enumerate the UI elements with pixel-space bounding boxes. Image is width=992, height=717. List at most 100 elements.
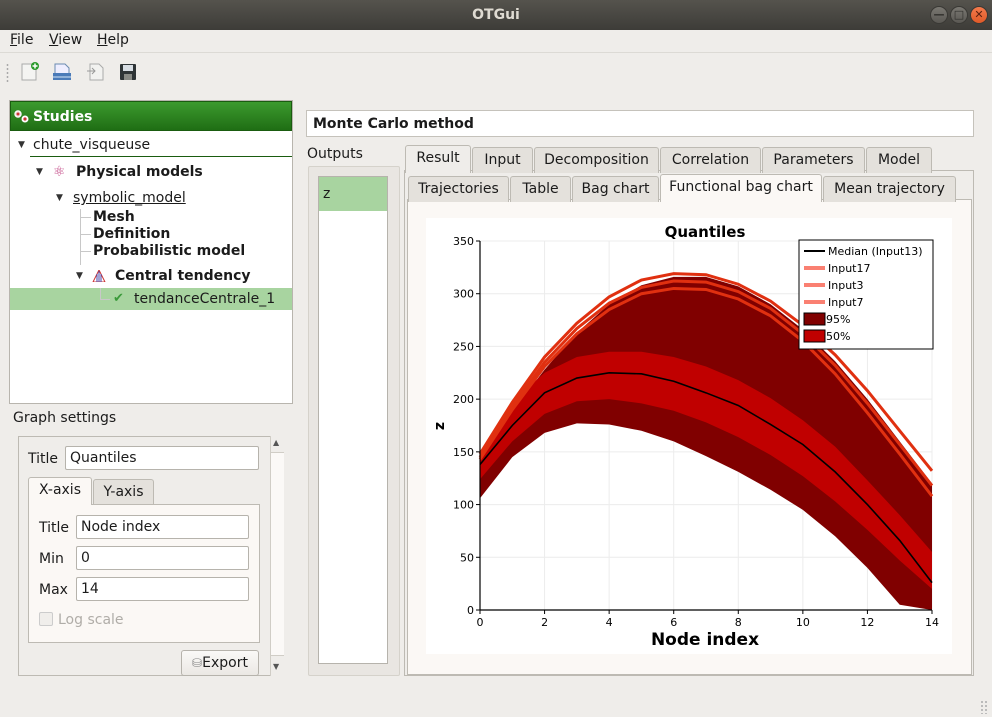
scroll-down-icon[interactable]: ▼ xyxy=(273,662,279,671)
subtab-mean-trajectory[interactable]: Mean trajectory xyxy=(823,176,956,202)
y-axis-label: z xyxy=(432,422,448,430)
x-tick-label: 8 xyxy=(735,616,742,629)
subtab-mean-trajectory-label: Mean trajectory xyxy=(834,181,945,197)
legend-label: 95% xyxy=(826,313,850,326)
tree-item-probabilistic-model[interactable]: Probabilistic model xyxy=(10,242,292,260)
import-script-icon[interactable] xyxy=(86,62,106,82)
expand-arrow-icon[interactable]: ▼ xyxy=(36,161,43,183)
menu-view-mnemonic: V xyxy=(49,32,59,48)
tree-branch-line xyxy=(81,251,91,252)
tab-result-label: Result xyxy=(416,150,460,166)
subtab-functional-bag-chart[interactable]: Functional bag chart xyxy=(660,174,822,202)
x-tick-label: 12 xyxy=(860,616,874,629)
tab-x-axis[interactable]: X-axis xyxy=(28,477,92,505)
legend-label: Input17 xyxy=(828,262,870,275)
expand-arrow-icon[interactable]: ▼ xyxy=(18,134,25,156)
legend-swatch xyxy=(803,312,826,326)
y-tick-label: 50 xyxy=(460,551,474,564)
functional-bag-chart[interactable]: 0 50 100 150 200 250 300 350 0 2 4 6 8 10 12 14 Quantil… xyxy=(426,218,952,654)
outputs-label: Outputs xyxy=(307,146,363,162)
chart-legend: Median (Input13) Input17 Input3 Input7 95% 50… xyxy=(798,239,934,350)
graph-title-label: Title xyxy=(28,451,59,467)
central-tendency-label: Central tendency xyxy=(115,268,251,284)
graph-title-input[interactable]: Quantiles xyxy=(65,446,259,470)
tab-correlation[interactable]: Correlation xyxy=(660,147,761,173)
tree-item-study[interactable]: ▼ chute_visqueuse xyxy=(10,134,292,156)
tab-parameters[interactable]: Parameters xyxy=(762,147,865,173)
tab-model[interactable]: Model xyxy=(866,147,932,173)
log-scale-label: Log scale xyxy=(58,612,124,628)
tree-item-mesh[interactable]: Mesh xyxy=(10,208,292,226)
menubar: File View Help xyxy=(0,30,992,52)
output-item-z[interactable]: z xyxy=(319,177,387,211)
scroll-up-icon[interactable]: ▲ xyxy=(273,438,279,447)
settings-scrollbar[interactable]: ▲ ▼ xyxy=(270,436,284,676)
subtab-bag-chart-label: Bag chart xyxy=(581,181,650,197)
studies-title: Studies xyxy=(33,109,93,125)
tree-item-central-tendency[interactable]: ▼ Central tendency xyxy=(10,265,292,287)
export-icon: ⛁ xyxy=(192,656,203,670)
tree-item-physical-models[interactable]: ▼ ⚛ Physical models xyxy=(10,161,292,183)
x-axis-min-label: Min xyxy=(39,551,64,567)
tab-input[interactable]: Input xyxy=(472,147,533,173)
minimize-button[interactable]: — xyxy=(930,6,948,24)
y-tick-label: 100 xyxy=(453,499,474,512)
toolbar-grip[interactable] xyxy=(6,63,9,83)
new-study-icon[interactable] xyxy=(20,62,40,82)
close-button[interactable]: ✕ xyxy=(970,6,988,24)
tree-item-model[interactable]: ▼ symbolic_model xyxy=(10,187,292,209)
tree-item-analysis[interactable]: ✔ tendanceCentrale_1 xyxy=(10,288,292,310)
menu-help[interactable]: Help xyxy=(97,32,129,48)
scrollbar-thumb[interactable] xyxy=(271,452,284,656)
tab-y-axis[interactable]: Y-axis xyxy=(93,479,154,505)
atom-icon: ⚛ xyxy=(53,164,66,180)
tab-decomposition[interactable]: Decomposition xyxy=(534,147,659,173)
expand-arrow-icon[interactable]: ▼ xyxy=(56,187,63,209)
output-item-label: z xyxy=(323,186,331,202)
legend-swatch xyxy=(803,329,826,343)
maximize-button[interactable]: □ xyxy=(950,6,968,24)
x-axis-min-input[interactable]: 0 xyxy=(76,546,249,570)
tab-input-label: Input xyxy=(484,152,521,168)
subtab-table[interactable]: Table xyxy=(510,176,571,202)
log-scale-checkbox[interactable] xyxy=(39,612,53,626)
x-tick-label: 0 xyxy=(477,616,484,629)
tab-correlation-label: Correlation xyxy=(671,152,750,168)
studies-icon xyxy=(14,110,29,123)
subtab-trajectories-label: Trajectories xyxy=(418,181,499,197)
tree-branch-line xyxy=(81,234,91,235)
subtab-trajectories[interactable]: Trajectories xyxy=(408,176,509,202)
subtab-bag-chart[interactable]: Bag chart xyxy=(572,176,659,202)
open-study-icon[interactable] xyxy=(52,62,72,82)
save-icon[interactable] xyxy=(118,62,138,82)
tab-parameters-label: Parameters xyxy=(773,152,854,168)
tree-item-definition[interactable]: Definition xyxy=(10,225,292,243)
tree-branch-line xyxy=(81,217,91,218)
minimize-icon: — xyxy=(933,8,945,21)
menu-view[interactable]: View xyxy=(49,32,82,48)
x-axis-max-input[interactable]: 14 xyxy=(76,577,249,601)
window-titlebar: OTGui — □ ✕ xyxy=(0,0,992,30)
tab-result[interactable]: Result xyxy=(405,145,471,173)
central-tendency-icon xyxy=(92,270,106,282)
resize-grip[interactable] xyxy=(980,700,988,714)
x-axis-title-label: Title xyxy=(39,520,70,536)
probabilistic-model-label: Probabilistic model xyxy=(93,243,246,259)
chart-title: Quantiles xyxy=(665,223,746,241)
menu-file[interactable]: File xyxy=(10,32,33,48)
x-tick-label: 10 xyxy=(796,616,810,629)
toolbar xyxy=(0,52,992,90)
menu-help-label: elp xyxy=(107,32,129,48)
studies-panel: Studies ▼ chute_visqueuse ▼ ⚛ Physical m… xyxy=(9,100,293,404)
graph-settings-title: Graph settings xyxy=(13,410,117,426)
legend-label: Input3 xyxy=(828,279,863,292)
y-tick-label: 150 xyxy=(453,446,474,459)
expand-arrow-icon[interactable]: ▼ xyxy=(76,265,83,287)
study-label: chute_visqueuse xyxy=(33,137,151,153)
method-title: Monte Carlo method xyxy=(306,110,974,137)
maximize-icon: □ xyxy=(953,8,965,21)
x-axis-title-input[interactable]: Node index xyxy=(76,515,249,539)
export-button[interactable]: ⛁Export xyxy=(181,650,259,676)
tab-model-label: Model xyxy=(877,152,921,168)
tab-y-axis-label: Y-axis xyxy=(103,484,144,500)
